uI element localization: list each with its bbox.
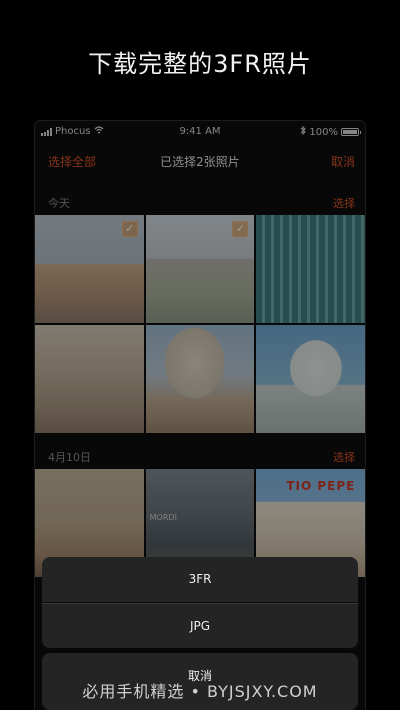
option-3fr-button[interactable]: 3FR (42, 557, 358, 602)
option-jpg-button[interactable]: JPG (42, 603, 358, 648)
watermark: 必用手机精选 • BYJSJXY.COM (82, 682, 318, 701)
headline: 下载完整的3FR照片 (88, 50, 312, 78)
